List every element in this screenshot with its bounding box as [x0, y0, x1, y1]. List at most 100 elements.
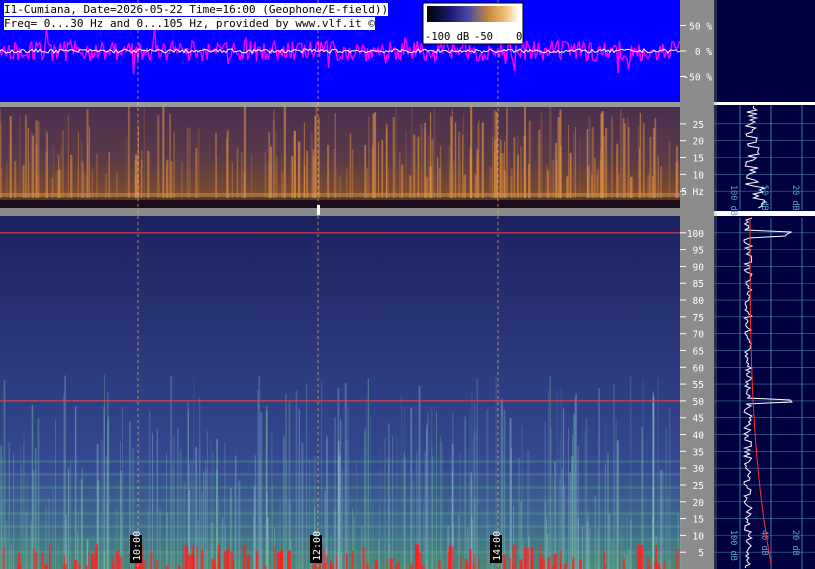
high-freq-tick-label: 45 [693, 414, 704, 425]
high-spectrogram-burst [544, 421, 547, 569]
high-spectrogram-burst [577, 446, 579, 569]
time-tick-label-group: 12:00 [310, 531, 323, 563]
high-freq-tick-label: 70 [693, 330, 705, 341]
high-spectrogram-burst [471, 478, 473, 569]
low-spectrogram-burst [147, 150, 150, 198]
colorbar-label-min: -100 dB [425, 31, 470, 43]
low-spectrogram-burst [668, 142, 671, 198]
high-spectrogram-red-burst [91, 554, 95, 569]
low-spectrogram-burst [462, 134, 464, 198]
high-spectrogram-red-burst [386, 558, 389, 569]
high-spectrogram-burst [550, 426, 552, 569]
high-spectrogram-burst [388, 423, 390, 569]
high-spectrogram-burst [568, 428, 569, 569]
high-spectrogram-burst [365, 426, 367, 569]
low-spectrogram-burst [516, 136, 519, 198]
low-spectrogram-burst [318, 117, 320, 198]
low-spectrogram-burst [499, 139, 502, 198]
high-spectrogram-red-burst [149, 551, 153, 569]
low-spectrogram-burst [602, 136, 604, 198]
high-spectrogram-red-burst [448, 546, 453, 569]
high-spectrogram-burst [617, 440, 619, 569]
low-spectrogram-burst [437, 156, 439, 198]
low-spectrogram-burst [520, 146, 523, 198]
low-spectrogram-burst [134, 159, 137, 198]
low-spectrogram-burst [586, 129, 588, 198]
high-spectrogram-burst [341, 552, 342, 569]
low-spectrogram-burst [251, 154, 253, 198]
high-spectrogram-burst [581, 526, 583, 569]
low-spectrogram-burst [67, 115, 69, 198]
low-freq-tick-label: 5 Hz [681, 187, 704, 198]
amplitude-tick-label: 0 % [695, 47, 712, 58]
high-spectrogram-burst [680, 375, 682, 569]
high-spectrogram-burst [423, 506, 425, 569]
high-spectrogram-red-burst [227, 547, 230, 569]
low-spectrogram-burst [528, 164, 530, 198]
low-spectrogram-burst [392, 117, 395, 198]
low-spectrogram-burst [297, 141, 301, 198]
high-spectrogram-burst [589, 528, 591, 569]
high-spectrogram-burst [662, 470, 664, 569]
high-spectrogram-red-burst [330, 561, 333, 569]
low-spectrogram-burst [240, 152, 243, 198]
high-spectrogram-red-burst [324, 555, 328, 569]
high-freq-tick-label: 25 [693, 481, 704, 492]
high-spectrogram-red-burst [32, 548, 36, 569]
high-spectrogram-red-burst [622, 557, 624, 569]
side-lower-label-group: 20 dB [790, 530, 800, 556]
low-spectrogram-burst [181, 161, 183, 198]
high-freq-tick-label: 10 [693, 531, 705, 542]
high-spectrogram-burst [288, 401, 291, 569]
high-spectrogram-burst [238, 480, 241, 569]
high-spectrogram-red-burst [41, 552, 43, 569]
low-spectrogram-burst [411, 107, 413, 198]
low-spectrogram-burst [231, 162, 233, 198]
high-spectrogram-red-burst [438, 560, 442, 569]
high-spectrogram-red-burst [35, 553, 38, 569]
high-spectrogram-red-burst [519, 559, 523, 569]
low-spectrogram-burst [86, 109, 89, 198]
high-spectrogram-burst [57, 545, 59, 569]
high-spectrogram-red-burst [230, 551, 234, 569]
low-spectrogram-burst [25, 115, 27, 198]
low-spectrogram-burst [420, 123, 423, 198]
high-spectrogram-burst [510, 448, 512, 569]
low-spectrogram-burst [372, 113, 375, 198]
spectrogram-canvas: 50 %0 %-50 % 252015105 Hz 10095908580757… [0, 0, 815, 569]
high-spectrogram-burst [55, 419, 56, 569]
high-spectrogram-band [0, 499, 680, 502]
low-spectrogram-burst [173, 132, 175, 198]
high-spectrogram-red-burst [85, 565, 88, 569]
high-spectrogram-burst [253, 516, 255, 569]
high-spectrogram-red-burst [624, 563, 626, 569]
high-spectrogram-burst [177, 427, 179, 569]
low-spectrogram-burst [46, 132, 48, 198]
low-spectrogram-burst [454, 122, 457, 198]
header-title: I1-Cumiana, Date=2026-05-22 Time=16:00 (… [4, 3, 389, 16]
low-spectrogram-burst [37, 121, 40, 198]
low-spectrogram-burst [611, 116, 614, 198]
high-spectrogram-burst [338, 477, 341, 569]
low-spectrogram-burst [32, 135, 35, 198]
low-spectrogram-burst [170, 161, 173, 198]
high-spectrogram-red-burst [165, 565, 169, 569]
low-freq-tick-label: 20 [693, 137, 705, 148]
high-spectrogram-burst [221, 522, 223, 569]
low-spectrogram-burst [283, 105, 286, 198]
high-freq-tick-label: 30 [693, 464, 705, 475]
low-spectrogram-burst [140, 150, 143, 198]
high-spectrogram-burst [400, 395, 403, 569]
high-spectrogram-red-burst [416, 549, 420, 569]
high-spectrogram-burst [665, 427, 667, 569]
high-spectrogram-burst [396, 437, 398, 569]
low-spectrogram-burst [428, 135, 430, 198]
high-spectrogram-burst [5, 521, 7, 569]
low-spectrogram-burst [540, 112, 543, 198]
low-spectrogram-burst [557, 117, 560, 198]
high-spectrogram-red-burst [409, 563, 414, 569]
low-spectrogram-burst [62, 130, 64, 198]
side-lower-tick-label: 100 dB [728, 530, 738, 561]
high-spectrogram-red-burst [94, 547, 97, 569]
high-spectrogram-burst [298, 409, 300, 569]
